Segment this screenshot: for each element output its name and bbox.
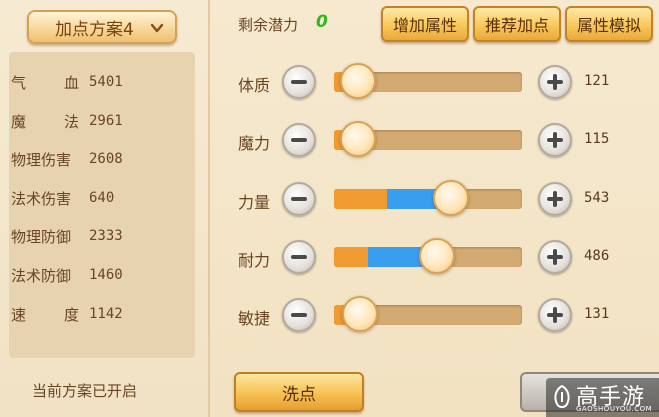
increase-button[interactable]	[538, 298, 572, 332]
attr-label: 耐力	[238, 251, 271, 270]
stat-row-speed: 速度 1142	[11, 302, 181, 326]
attr-label: 力量	[238, 193, 271, 212]
stat-name-char: 法	[63, 112, 79, 131]
stat-value: 2608	[89, 151, 123, 167]
decrease-button[interactable]	[282, 65, 316, 99]
slider-thumb[interactable]	[419, 238, 455, 274]
slider-fill-base	[334, 247, 368, 267]
stat-value: 2333	[89, 228, 123, 244]
stat-name: 物理防御	[11, 227, 72, 246]
attr-value: 121	[584, 73, 610, 89]
minus-icon	[291, 138, 307, 142]
increase-button[interactable]	[538, 240, 572, 274]
attr-value: 115	[584, 131, 610, 147]
stat-name: 物理伤害	[11, 150, 72, 169]
stat-name: 气血	[11, 72, 79, 93]
attr-slider[interactable]	[334, 63, 522, 99]
attr-label: 敏捷	[238, 309, 271, 328]
plus-icon	[553, 191, 557, 207]
stat-name: 速度	[11, 304, 79, 325]
slider-thumb[interactable]	[342, 296, 378, 332]
stat-name-char: 血	[63, 73, 79, 92]
potential-label: 剩余潜力	[238, 16, 299, 34]
decrease-button[interactable]	[282, 123, 316, 157]
stat-value: 1460	[89, 267, 123, 283]
attr-label: 魔力	[238, 134, 271, 153]
stat-value: 5401	[89, 74, 123, 90]
stat-value: 640	[89, 190, 115, 206]
decrease-button[interactable]	[282, 298, 316, 332]
watermark-url: GAOSHOUYOU.COM	[576, 405, 653, 413]
stat-row-magic-dmg: 法术伤害 640	[11, 186, 181, 210]
slider-thumb[interactable]	[340, 63, 376, 99]
stat-row-magic-def: 法术防御 1460	[11, 263, 181, 287]
plus-icon	[553, 249, 557, 265]
potential-value: 0	[316, 12, 328, 32]
minus-icon	[291, 197, 307, 201]
stat-row-phys-dmg: 物理伤害 2608	[11, 147, 181, 171]
attr-slider[interactable]	[334, 296, 522, 332]
logo-icon	[554, 384, 570, 408]
stat-name: 法术伤害	[11, 189, 72, 208]
stat-row-hp: 气血 5401	[11, 70, 181, 94]
plus-icon	[553, 307, 557, 323]
stat-row-phys-def: 物理防御 2333	[11, 224, 181, 248]
decrease-button[interactable]	[282, 182, 316, 216]
plan-dropdown-label: 加点方案4	[55, 19, 134, 40]
stat-name: 魔法	[11, 111, 79, 132]
slider-thumb[interactable]	[340, 121, 376, 157]
plus-icon	[553, 132, 557, 148]
minus-icon	[291, 80, 307, 84]
stat-value: 2961	[89, 113, 123, 129]
recommend-points-button[interactable]: 推荐加点	[473, 6, 561, 42]
attribute-simulate-button[interactable]: 属性模拟	[565, 6, 653, 42]
chevron-down-icon	[151, 23, 163, 33]
stat-name: 法术防御	[11, 266, 72, 285]
watermark: 高手游 GAOSHOUYOU.COM	[546, 378, 659, 417]
decrease-button[interactable]	[282, 240, 316, 274]
attr-value: 486	[584, 248, 610, 264]
add-attribute-button[interactable]: 增加属性	[381, 6, 469, 42]
minus-icon	[291, 255, 307, 259]
current-plan-status: 当前方案已开启	[32, 382, 138, 400]
minus-icon	[291, 313, 307, 317]
slider-thumb[interactable]	[433, 180, 469, 216]
attr-slider[interactable]	[334, 180, 522, 216]
increase-button[interactable]	[538, 182, 572, 216]
attr-slider[interactable]	[334, 121, 522, 157]
wash-points-button[interactable]: 洗点	[234, 372, 364, 412]
attr-value: 543	[584, 190, 610, 206]
stat-name-char: 魔	[11, 112, 27, 131]
stat-row-mp: 魔法 2961	[11, 109, 181, 133]
stat-value: 1142	[89, 306, 123, 322]
slider-fill-base	[334, 189, 387, 209]
stat-name-char: 气	[11, 73, 27, 92]
increase-button[interactable]	[538, 123, 572, 157]
plus-icon	[553, 74, 557, 90]
increase-button[interactable]	[538, 65, 572, 99]
stat-name-char: 度	[63, 305, 79, 324]
attr-value: 131	[584, 306, 610, 322]
attr-slider[interactable]	[334, 238, 522, 274]
attr-label: 体质	[238, 76, 271, 95]
stat-name-char: 速	[11, 305, 27, 324]
plan-dropdown[interactable]: 加点方案4	[27, 10, 177, 44]
